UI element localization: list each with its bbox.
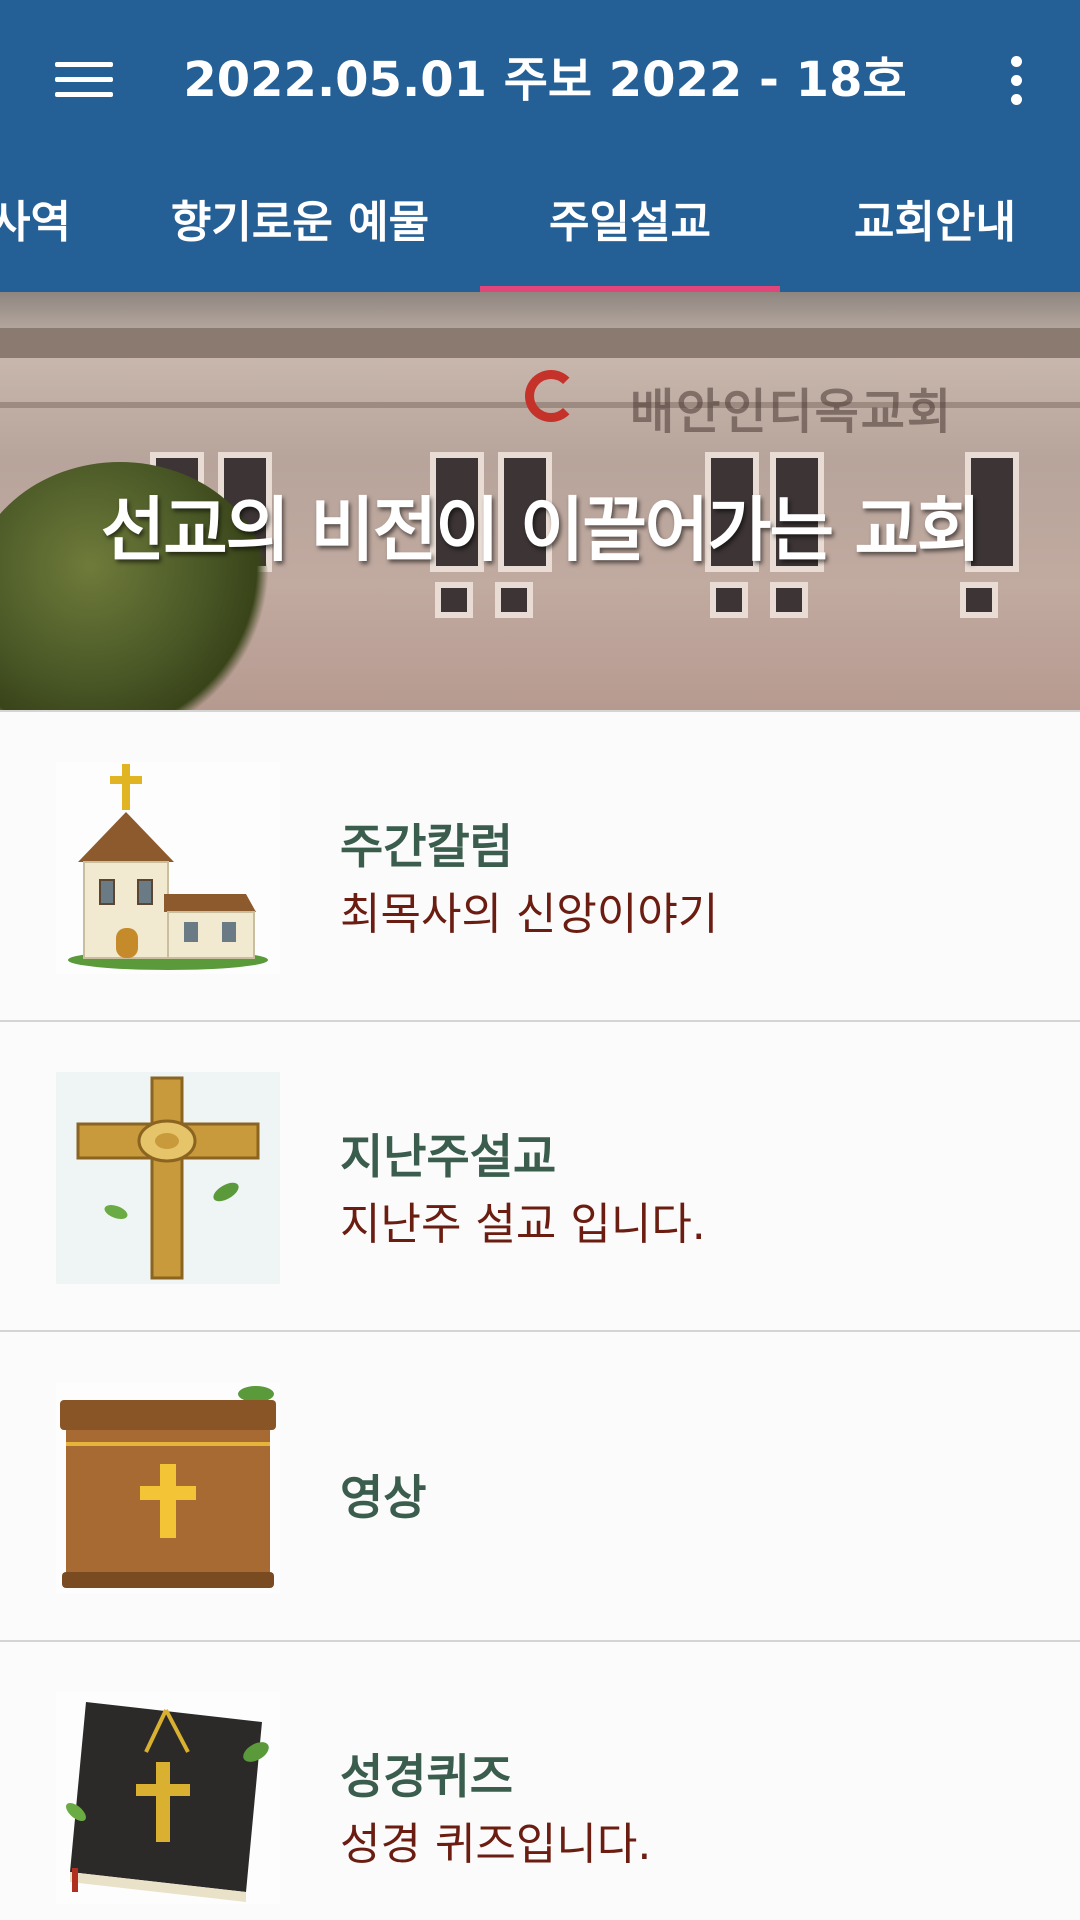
church-sign: 배안인디옥교회 [630,384,954,440]
item-title: 주간칼럼 [340,820,513,875]
church-banner: 배안인디옥교회 선교의 비전이 이끌어가는 교회 [0,292,1080,710]
more-options-button[interactable] [984,48,1048,112]
item-title: 영상 [340,1471,427,1526]
menu-list: 주간칼럼 최목사의 신앙이야기 지난주설교 지난주 설교 입니다. 영상 성경퀴… [0,710,1080,1920]
list-item-weekly-column[interactable]: 주간칼럼 최목사의 신앙이야기 [0,710,1080,1020]
toolbar: 2022.05.01 주보 2022 - 18호 [0,0,1080,160]
tab-offering[interactable]: 향기로운 예물 [150,160,450,292]
item-title: 성경퀴즈 [340,1750,513,1805]
menu-button[interactable] [44,48,124,112]
bible-icon [56,1692,280,1904]
tab-sunday-sermon[interactable]: 주일설교 [480,160,780,292]
tab-bar: 사역 향기로운 예물 주일설교 교회안내 [0,160,1080,292]
banner-slogan: 선교의 비전이 이끌어가는 교회 [100,489,981,571]
item-subtitle: 성경 퀴즈입니다. [340,1819,652,1870]
item-subtitle: 지난주 설교 입니다. [340,1199,706,1250]
hamburger-icon [55,62,113,98]
church-logo-icon [525,370,577,422]
item-title: 지난주설교 [340,1130,557,1185]
list-item-last-sermon[interactable]: 지난주설교 지난주 설교 입니다. [0,1020,1080,1330]
app-bar: 2022.05.01 주보 2022 - 18호 사역 향기로운 예물 주일설교… [0,0,1080,292]
more-vert-icon [1010,55,1022,67]
cross-icon [56,1072,280,1284]
tab-ministry[interactable]: 사역 [0,160,100,292]
page-title: 2022.05.01 주보 2022 - 18호 [183,52,907,108]
tab-church-info[interactable]: 교회안내 [820,160,1050,292]
item-subtitle: 최목사의 신앙이야기 [340,889,719,940]
list-item-bible-quiz[interactable]: 성경퀴즈 성경 퀴즈입니다. [0,1640,1080,1920]
church-icon [56,762,280,974]
list-item-video[interactable]: 영상 [0,1330,1080,1640]
pulpit-icon [56,1382,280,1594]
